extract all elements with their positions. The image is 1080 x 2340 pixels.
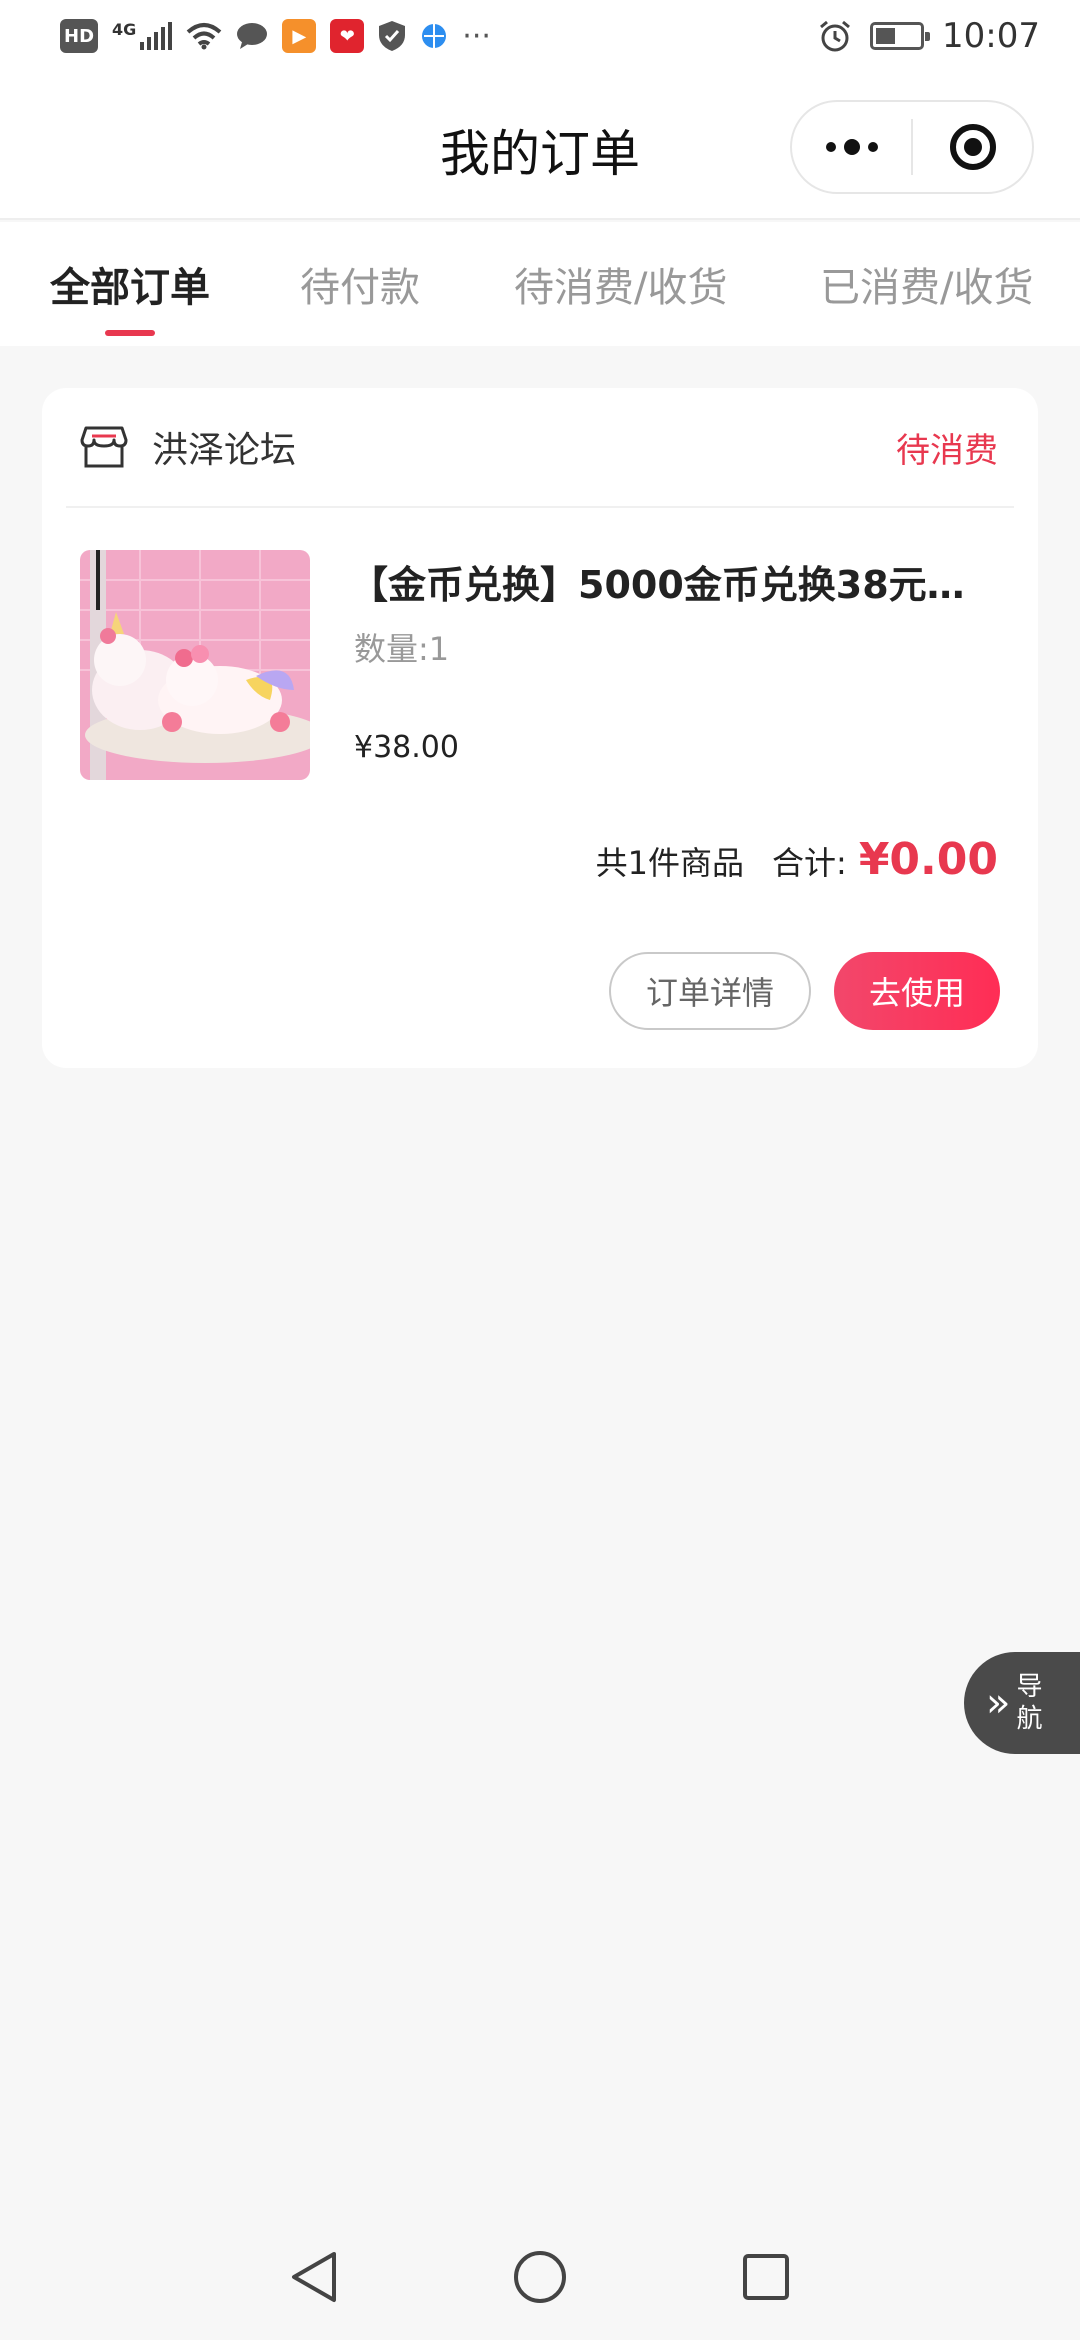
status-icons-right: 10:07 xyxy=(818,16,1040,56)
product-quantity: 数量:1 xyxy=(354,630,450,668)
browser-icon xyxy=(422,24,447,48)
back-triangle-icon xyxy=(292,2252,336,2302)
order-total-row: 共1件商品 合计: ¥0.00 xyxy=(596,834,998,885)
order-detail-button[interactable]: 订单详情 xyxy=(609,952,811,1030)
shopping-app-icon: ❤ xyxy=(330,19,365,53)
home-circle-icon xyxy=(514,2251,566,2303)
store-icon xyxy=(80,426,128,468)
status-bar: HD 4G ▶ ❤ ··· 10:07 xyxy=(0,0,1080,72)
network-type: 4G xyxy=(112,19,137,39)
active-tab-indicator xyxy=(105,330,155,336)
tab-label: 全部订单 xyxy=(50,265,210,311)
more-dots-icon xyxy=(825,139,878,155)
product-title[interactable]: 【金币兑换】5000金币兑换38元独… xyxy=(350,554,996,609)
video-app-icon: ▶ xyxy=(282,19,317,53)
signal-icon xyxy=(140,22,173,50)
order-status: 待消费 xyxy=(896,430,998,471)
tab-label: 待付款 xyxy=(300,265,420,311)
shield-icon xyxy=(379,21,406,51)
system-nav-bar xyxy=(0,2214,1080,2340)
back-button[interactable] xyxy=(282,2245,346,2309)
more-button[interactable] xyxy=(792,102,911,192)
tab-pending-consume[interactable]: 待消费/收货 xyxy=(514,222,727,346)
double-chevron-icon: » xyxy=(986,1680,1011,1726)
chat-icon xyxy=(237,23,268,49)
store-name: 洪泽论坛 xyxy=(152,430,297,471)
tab-label: 待消费/收货 xyxy=(514,265,728,311)
item-count: 共1件商品 xyxy=(595,844,745,882)
recents-square-icon xyxy=(743,2254,789,2300)
more-notifications-icon: ··· xyxy=(462,18,491,54)
tab-all-orders[interactable]: 全部订单 xyxy=(50,222,210,346)
store-row: 洪泽论坛 待消费 xyxy=(66,388,1014,508)
clock: 10:07 xyxy=(942,16,1040,56)
total-amount: ¥0.00 xyxy=(858,834,998,885)
tab-label: 已消费/收货 xyxy=(820,265,1034,311)
floating-nav-button[interactable]: » 导航 xyxy=(964,1652,1080,1754)
tab-consumed[interactable]: 已消费/收货 xyxy=(820,222,1033,346)
battery-icon xyxy=(870,22,931,50)
battery-level xyxy=(876,28,895,44)
tab-pending-payment[interactable]: 待付款 xyxy=(300,222,420,346)
use-button[interactable]: 去使用 xyxy=(834,952,1000,1030)
alarm-icon xyxy=(820,20,850,52)
mini-program-capsule xyxy=(790,100,1034,194)
target-icon xyxy=(949,124,996,170)
close-button[interactable] xyxy=(913,102,1032,192)
home-button[interactable] xyxy=(508,2245,572,2309)
total-label: 合计: xyxy=(772,844,847,882)
wifi-icon xyxy=(186,23,222,50)
status-icons-left: HD 4G ▶ ❤ ··· xyxy=(60,19,491,54)
nav-bar: 我的订单 xyxy=(0,72,1080,220)
product-image[interactable] xyxy=(80,550,310,780)
product-price: ¥38.00 xyxy=(354,730,459,765)
order-card[interactable]: 洪泽论坛 待消费 【金币兑换】5000金币兑换38元独… 数量:1 ¥38.00… xyxy=(42,388,1038,1068)
floating-nav-label: 导航 xyxy=(1016,1672,1043,1734)
hd-badge: HD xyxy=(60,19,99,53)
recents-button[interactable] xyxy=(734,2245,798,2309)
order-tabs: 全部订单 待付款 待消费/收货 已消费/收货 xyxy=(0,222,1080,346)
